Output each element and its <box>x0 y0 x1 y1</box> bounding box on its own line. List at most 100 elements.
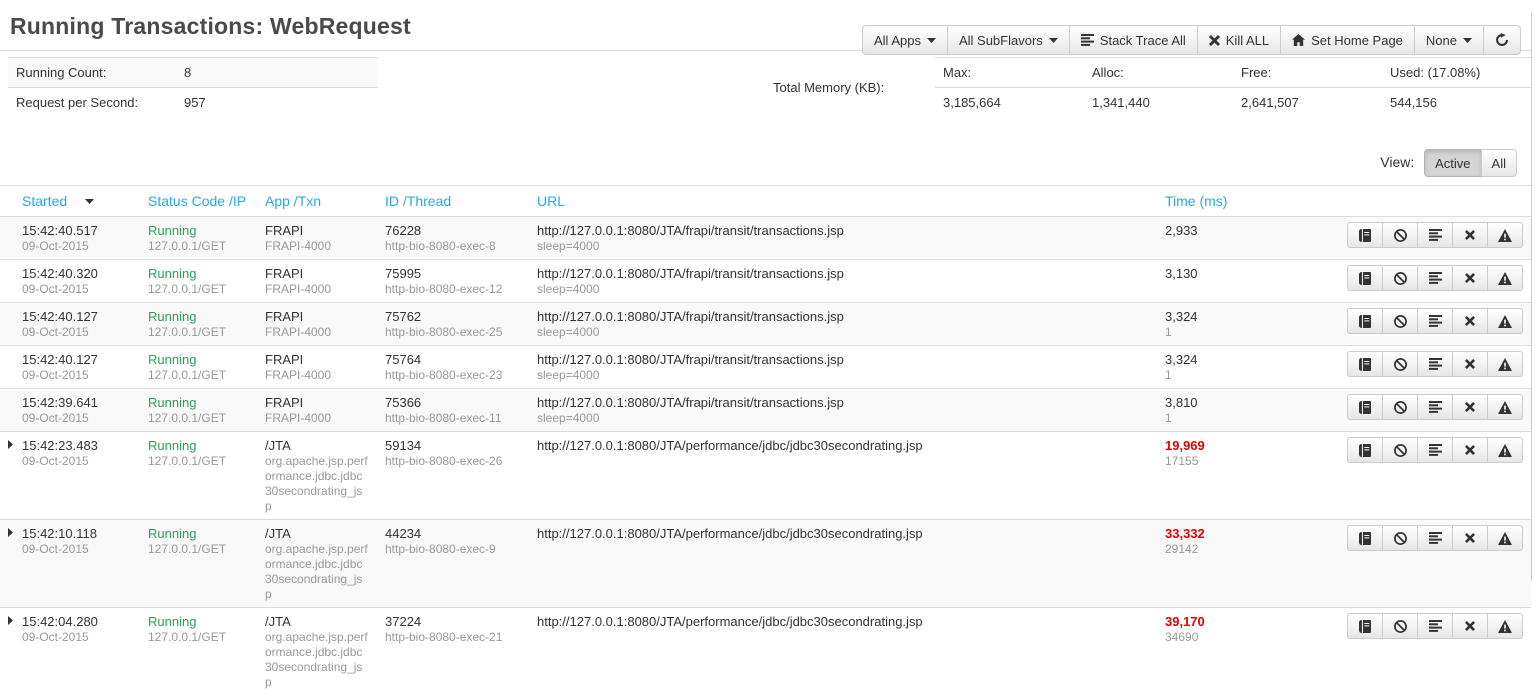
x-icon <box>1209 35 1220 46</box>
app-name: /JTA <box>265 437 369 454</box>
started-cell: 15:42:40.517 09-Oct-2015 <box>14 217 140 260</box>
details-button[interactable] <box>1347 265 1383 291</box>
started-time: 15:42:39.641 <box>22 394 132 411</box>
warning-button[interactable] <box>1487 394 1523 420</box>
expander-cell <box>0 608 14 695</box>
started-cell: 15:42:40.127 09-Oct-2015 <box>14 346 140 389</box>
stack-trace-button[interactable] <box>1417 308 1453 334</box>
status-ip: 127.0.0.1/GET <box>148 411 249 426</box>
warning-icon <box>1498 315 1512 328</box>
row-button-group <box>1347 394 1523 420</box>
ban-button[interactable] <box>1382 351 1418 377</box>
warning-button[interactable] <box>1487 351 1523 377</box>
txn-id: 75762 <box>385 308 521 325</box>
actions-cell <box>1272 217 1531 260</box>
all-apps-dropdown[interactable]: All Apps <box>862 25 948 55</box>
stack-trace-button[interactable] <box>1417 351 1453 377</box>
app-header[interactable]: App /Txn <box>257 186 377 217</box>
id-header[interactable]: ID /Thread <box>377 186 529 217</box>
details-button[interactable] <box>1347 613 1383 639</box>
none-dropdown[interactable]: None <box>1414 25 1484 55</box>
details-button[interactable] <box>1347 351 1383 377</box>
ban-button[interactable] <box>1382 525 1418 551</box>
details-button[interactable] <box>1347 308 1383 334</box>
kill-button[interactable] <box>1452 525 1488 551</box>
status-ip: 127.0.0.1/GET <box>148 282 249 297</box>
running-count-row: Running Count: 8 <box>8 58 378 88</box>
kill-button[interactable] <box>1452 265 1488 291</box>
view-toggle-group: Active All <box>1424 149 1517 177</box>
warning-button[interactable] <box>1487 265 1523 291</box>
ban-button[interactable] <box>1382 437 1418 463</box>
url-header[interactable]: URL <box>529 186 1157 217</box>
app-name: FRAPI <box>265 222 369 239</box>
kill-button[interactable] <box>1452 351 1488 377</box>
status-cell: Running 127.0.0.1/GET <box>140 389 257 432</box>
row-button-group <box>1347 351 1523 377</box>
id-cell: 75762 http-bio-8080-exec-25 <box>377 303 529 346</box>
warning-button[interactable] <box>1487 437 1523 463</box>
id-cell: 75366 http-bio-8080-exec-11 <box>377 389 529 432</box>
started-header[interactable]: Started <box>14 186 140 217</box>
table-row: 15:42:04.280 09-Oct-2015 Running 127.0.0… <box>0 608 1531 695</box>
kill-button[interactable] <box>1452 222 1488 248</box>
align-left-icon <box>1081 34 1094 46</box>
status-value: Running <box>148 308 249 325</box>
url-cell: http://127.0.0.1:8080/JTA/frapi/transit/… <box>529 346 1157 389</box>
id-cell: 76228 http-bio-8080-exec-8 <box>377 217 529 260</box>
expander-cell <box>0 432 14 520</box>
stack-trace-all-button[interactable]: Stack Trace All <box>1069 25 1198 55</box>
url-value: http://127.0.0.1:8080/JTA/performance/jd… <box>537 613 1149 630</box>
kill-button[interactable] <box>1452 308 1488 334</box>
stack-trace-button[interactable] <box>1417 265 1453 291</box>
refresh-button[interactable] <box>1483 25 1521 55</box>
time-value: 33,332 <box>1165 525 1264 542</box>
ban-button[interactable] <box>1382 265 1418 291</box>
stack-trace-button[interactable] <box>1417 525 1453 551</box>
kill-button[interactable] <box>1452 613 1488 639</box>
started-time: 15:42:40.517 <box>22 222 132 239</box>
ban-button[interactable] <box>1382 222 1418 248</box>
status-header[interactable]: Status Code /IP <box>140 186 257 217</box>
expand-icon[interactable] <box>8 616 13 625</box>
page: All Apps All SubFlavors Stack Trace All … <box>0 13 1532 581</box>
rps-value: 957 <box>176 88 378 118</box>
stack-trace-button[interactable] <box>1417 437 1453 463</box>
id-cell: 59134 http-bio-8080-exec-26 <box>377 432 529 520</box>
all-subflavors-dropdown[interactable]: All SubFlavors <box>947 25 1070 55</box>
status-value: Running <box>148 525 249 542</box>
details-button[interactable] <box>1347 525 1383 551</box>
expand-icon[interactable] <box>8 528 13 537</box>
ban-button[interactable] <box>1382 394 1418 420</box>
warning-button[interactable] <box>1487 525 1523 551</box>
ban-button[interactable] <box>1382 308 1418 334</box>
kill-all-button[interactable]: Kill ALL <box>1197 25 1281 55</box>
set-home-page-button[interactable]: Set Home Page <box>1280 25 1415 55</box>
details-button[interactable] <box>1347 222 1383 248</box>
warning-button[interactable] <box>1487 222 1523 248</box>
ban-button[interactable] <box>1382 613 1418 639</box>
kill-button[interactable] <box>1452 437 1488 463</box>
time-header[interactable]: Time (ms) <box>1157 186 1272 217</box>
kill-button[interactable] <box>1452 394 1488 420</box>
thread-name: http-bio-8080-exec-21 <box>385 630 521 645</box>
table-header-row: Started Status Code /IP App /Txn ID /Thr… <box>0 186 1531 217</box>
details-button[interactable] <box>1347 394 1383 420</box>
expand-icon[interactable] <box>8 440 13 449</box>
rps-row: Request per Second: 957 <box>8 88 378 118</box>
book-icon <box>1359 315 1371 328</box>
memory-max-header: Max: <box>935 58 1084 87</box>
view-all-button[interactable]: All <box>1481 149 1517 177</box>
stack-trace-button[interactable] <box>1417 613 1453 639</box>
stats-table: Running Count: 8 Request per Second: 957 <box>8 57 378 117</box>
warning-button[interactable] <box>1487 308 1523 334</box>
align-left-icon <box>1429 444 1442 456</box>
stack-trace-button[interactable] <box>1417 222 1453 248</box>
details-button[interactable] <box>1347 437 1383 463</box>
txn-id: 76228 <box>385 222 521 239</box>
view-active-button[interactable]: Active <box>1424 149 1481 177</box>
warning-button[interactable] <box>1487 613 1523 639</box>
stack-trace-button[interactable] <box>1417 394 1453 420</box>
actions-cell <box>1272 608 1531 695</box>
status-value: Running <box>148 222 249 239</box>
